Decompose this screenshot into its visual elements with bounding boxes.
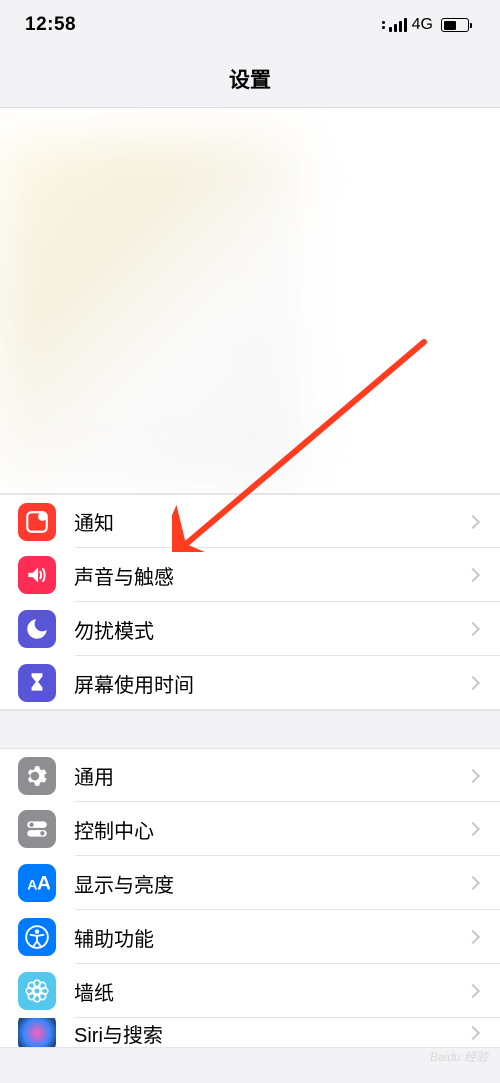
settings-label: 显示与亮度 [74, 869, 468, 898]
svg-text:A: A [37, 873, 50, 895]
group-separator [0, 710, 500, 748]
chevron-right-icon [466, 876, 480, 890]
accessibility-icon [18, 918, 56, 956]
siri-icon [18, 1018, 56, 1048]
watermark: Baidu 经验 [430, 1048, 488, 1065]
status-time: 12:58 [25, 14, 76, 36]
settings-label: 勿扰模式 [74, 615, 468, 644]
settings-label: 声音与触感 [74, 561, 468, 590]
settings-row-sounds[interactable]: 声音与触感 [0, 548, 500, 602]
chevron-right-icon [466, 568, 480, 582]
settings-row-siri[interactable]: Siri与搜索 [0, 1018, 500, 1048]
settings-label: 控制中心 [74, 815, 468, 844]
gear-icon [18, 757, 56, 795]
toggle-icon [18, 810, 56, 848]
settings-label: 辅助功能 [74, 923, 468, 952]
settings-row-notifications[interactable]: 通知 [0, 494, 500, 548]
header-bar: 设置 [0, 50, 500, 108]
settings-label: 通知 [74, 507, 468, 536]
battery-icon [441, 18, 472, 32]
chevron-right-icon [466, 984, 480, 998]
profile-section-blurred [0, 108, 500, 494]
status-bar: 12:58 4G [0, 0, 500, 50]
chevron-right-icon [466, 768, 480, 782]
settings-label: 墙纸 [74, 977, 468, 1006]
settings-label: 通用 [74, 761, 468, 790]
network-label: 4G [412, 16, 433, 34]
hourglass-icon [18, 664, 56, 702]
settings-label: 屏幕使用时间 [74, 669, 468, 698]
chevron-right-icon [466, 676, 480, 690]
settings-group-alerts: 通知 声音与触感 勿扰模式 屏幕使用时间 [0, 494, 500, 710]
settings-group-system: 通用 控制中心 AA 显示与亮度 辅助功能 墙纸 Siri与搜索 [0, 748, 500, 1048]
text-size-icon: AA [18, 864, 56, 902]
settings-row-controlcenter[interactable]: 控制中心 [0, 802, 500, 856]
chevron-right-icon [466, 1026, 480, 1040]
settings-row-wallpaper[interactable]: 墙纸 [0, 964, 500, 1018]
settings-row-screentime[interactable]: 屏幕使用时间 [0, 656, 500, 710]
page-title: 设置 [229, 64, 271, 94]
status-right: 4G [382, 16, 472, 34]
settings-row-dnd[interactable]: 勿扰模式 [0, 602, 500, 656]
signal-icon [389, 18, 407, 32]
chevron-right-icon [466, 514, 480, 528]
chevron-right-icon [466, 822, 480, 836]
notifications-icon [18, 503, 56, 541]
settings-row-display[interactable]: AA 显示与亮度 [0, 856, 500, 910]
svg-text:A: A [27, 877, 37, 893]
chevron-right-icon [466, 622, 480, 636]
settings-label: Siri与搜索 [74, 1019, 468, 1048]
moon-icon [18, 610, 56, 648]
settings-row-accessibility[interactable]: 辅助功能 [0, 910, 500, 964]
chevron-right-icon [466, 930, 480, 944]
sounds-icon [18, 556, 56, 594]
settings-row-general[interactable]: 通用 [0, 748, 500, 802]
flower-icon [18, 972, 56, 1010]
